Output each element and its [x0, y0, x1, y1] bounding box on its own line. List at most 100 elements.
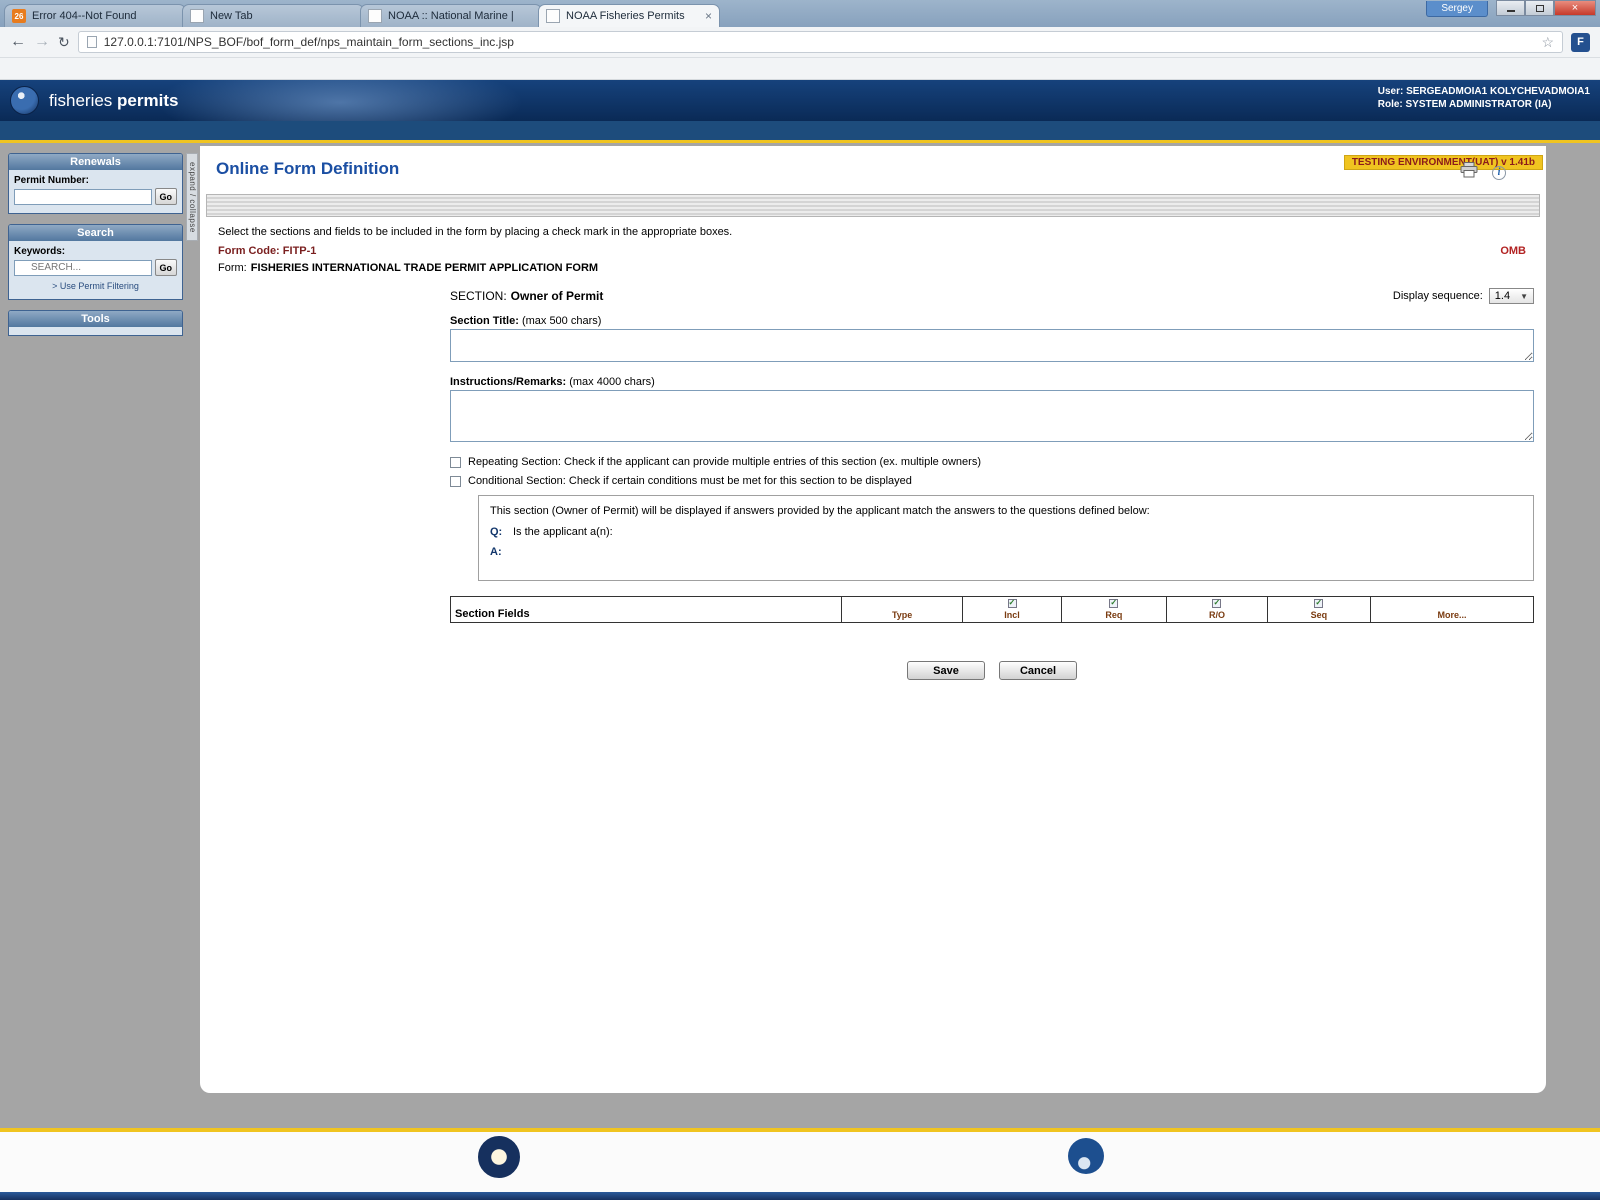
bookmarks-bar — [0, 58, 1600, 80]
content-tabs-bar — [206, 194, 1540, 217]
page-favicon — [368, 9, 382, 23]
tools-panel: Tools — [8, 310, 183, 336]
sidebar: Renewals Permit Number: Go Search Keywor… — [8, 153, 183, 346]
form-code: Form Code: FITP-1 — [218, 245, 316, 257]
chrome-profile-button[interactable]: Sergey — [1426, 1, 1488, 17]
app-navbar — [0, 121, 1600, 143]
tab-title: NOAA :: National Marine | — [388, 10, 534, 22]
page-icon — [87, 36, 97, 48]
commerce-seal — [478, 1136, 520, 1178]
conditional-section-checkbox[interactable] — [450, 476, 461, 487]
brand-bold: permits — [117, 91, 178, 110]
omb-link[interactable]: OMB — [1500, 245, 1526, 257]
browser-tabs: 26 Error 404--Not Found New Tab NOAA :: Nat… — [4, 4, 716, 27]
chevron-down-icon: ▼ — [1520, 292, 1528, 301]
main-panel: TESTING ENVIRONMENT(UAT) v 1.41b Online … — [200, 146, 1546, 1093]
noaa-seal — [1068, 1138, 1104, 1174]
reload-icon[interactable]: ↻ — [58, 34, 70, 51]
instructions-label: Instructions/Remarks: (max 4000 chars) — [450, 376, 1534, 388]
forward-icon[interactable]: → — [34, 33, 50, 51]
tab-close-icon[interactable]: × — [705, 9, 712, 23]
form-code-value: FITP-1 — [283, 245, 317, 257]
noaa-logo — [10, 86, 39, 115]
check-all-ro-icon[interactable] — [1212, 599, 1221, 608]
tab-title: New Tab — [210, 10, 356, 22]
page-favicon — [546, 9, 560, 23]
form-code-label: Form Code: — [218, 245, 280, 257]
answer-options — [513, 546, 535, 558]
col-type: Type — [841, 597, 962, 623]
col-req: Req — [1061, 597, 1166, 623]
print-icon[interactable] — [1460, 162, 1478, 183]
address-bar[interactable]: 127.0.0.1:7101/NPS_BOF/bof_form_def/nps_… — [78, 31, 1563, 53]
role-line: Role: SYSTEM ADMINISTRATOR (IA) — [1378, 98, 1590, 111]
extension-icon[interactable]: F — [1571, 33, 1590, 52]
tab-title: NOAA Fisheries Permits — [566, 10, 699, 22]
close-button[interactable]: × — [1554, 0, 1596, 16]
check-all-seq-icon[interactable] — [1314, 599, 1323, 608]
footer-links — [0, 1132, 1600, 1136]
app-header: fisheries permits User: SERGEADMOIA1 KOL… — [0, 80, 1600, 121]
app-brand: fisheries permits — [49, 91, 178, 111]
info-icon[interactable]: i — [1492, 166, 1506, 180]
condition-box: This section (Owner of Permit) will be d… — [478, 495, 1534, 581]
search-title: Search — [9, 225, 182, 241]
page-footer — [0, 1128, 1600, 1200]
minimize-button[interactable] — [1496, 0, 1525, 16]
answer-tag: A: — [490, 546, 504, 558]
table-header-row: Section Fields Type Incl Req R/O Seq Mor… — [451, 597, 1534, 623]
question-tag: Q: — [490, 526, 504, 538]
repeating-section-checkbox[interactable] — [450, 457, 461, 468]
col-more: More... — [1370, 597, 1533, 623]
repeating-section-label: Repeating Section: Check if the applican… — [468, 456, 981, 468]
bookmark-star-icon[interactable]: ☆ — [1541, 34, 1554, 51]
back-icon[interactable]: ← — [10, 33, 26, 51]
display-sequence-label: Display sequence: — [1393, 290, 1483, 302]
tools-links — [9, 327, 182, 335]
tab-title: Error 404--Not Found — [32, 10, 178, 22]
browser-tab[interactable]: NOAA Fisheries Permits × — [538, 4, 720, 27]
instruction-text: Select the sections and fields to be inc… — [218, 226, 1546, 238]
browser-tab[interactable]: 26 Error 404--Not Found — [4, 4, 186, 27]
search-go-button[interactable]: Go — [155, 259, 178, 276]
cancel-button[interactable]: Cancel — [999, 661, 1077, 680]
loc26-favicon: 26 — [12, 9, 26, 23]
question-text: Is the applicant a(n): — [513, 526, 613, 538]
browser-toolbar: ← → ↻ 127.0.0.1:7101/NPS_BOF/bof_form_de… — [0, 27, 1600, 58]
permit-number-input[interactable] — [14, 189, 152, 205]
form-name-row: Form: FISHERIES INTERNATIONAL TRADE PERMI… — [218, 262, 1546, 274]
page-body: Renewals Permit Number: Go Search Keywor… — [0, 146, 1600, 1128]
fields-table-title: Section Fields — [451, 597, 842, 623]
permit-filtering-link[interactable]: > Use Permit Filtering — [14, 281, 177, 291]
col-ro: R/O — [1167, 597, 1268, 623]
search-input[interactable] — [14, 260, 152, 276]
brand-normal: fisheries — [49, 91, 112, 110]
check-all-req-icon[interactable] — [1109, 599, 1118, 608]
section-title-label: Section Title: (max 500 chars) — [450, 315, 1534, 327]
user-info: User: SERGEADMOIA1 KOLYCHEVADMOIA1 Role:… — [1378, 85, 1590, 111]
window-controls: × — [1496, 0, 1596, 16]
environment-badge: TESTING ENVIRONMENT(UAT) v 1.41b — [1344, 155, 1543, 170]
user-line: User: SERGEADMOIA1 KOLYCHEVADMOIA1 — [1378, 85, 1590, 98]
save-button[interactable]: Save — [907, 661, 985, 680]
display-sequence-select[interactable]: 1.4▼ — [1489, 288, 1534, 304]
form-name: FISHERIES INTERNATIONAL TRADE PERMIT APP… — [251, 262, 598, 274]
browser-tab[interactable]: New Tab — [182, 4, 364, 27]
expand-collapse-strip[interactable]: expand / collapse — [186, 153, 198, 241]
keywords-label: Keywords: — [14, 246, 177, 257]
renewals-go-button[interactable]: Go — [155, 188, 178, 205]
form-label: Form: — [218, 262, 247, 274]
section-editor: SECTION:Owner of Permit Display sequence… — [450, 284, 1534, 680]
section-title-textarea[interactable] — [450, 329, 1534, 362]
instructions-textarea[interactable] — [450, 390, 1534, 442]
renewals-title: Renewals — [9, 154, 182, 170]
tools-title: Tools — [9, 311, 182, 327]
check-all-incl-icon[interactable] — [1008, 599, 1017, 608]
section-fields-table: Section Fields Type Incl Req R/O Seq Mor… — [450, 596, 1534, 623]
browser-tab[interactable]: NOAA :: National Marine | — [360, 4, 542, 27]
permit-number-label: Permit Number: — [14, 175, 177, 186]
maximize-button[interactable] — [1525, 0, 1554, 16]
browser-tabstrip: 26 Error 404--Not Found New Tab NOAA :: Nat… — [0, 0, 1600, 27]
search-panel: Search Keywords: Go > Use Permit Filteri… — [8, 224, 183, 300]
url-text[interactable]: 127.0.0.1:7101/NPS_BOF/bof_form_def/nps_… — [104, 35, 1528, 49]
